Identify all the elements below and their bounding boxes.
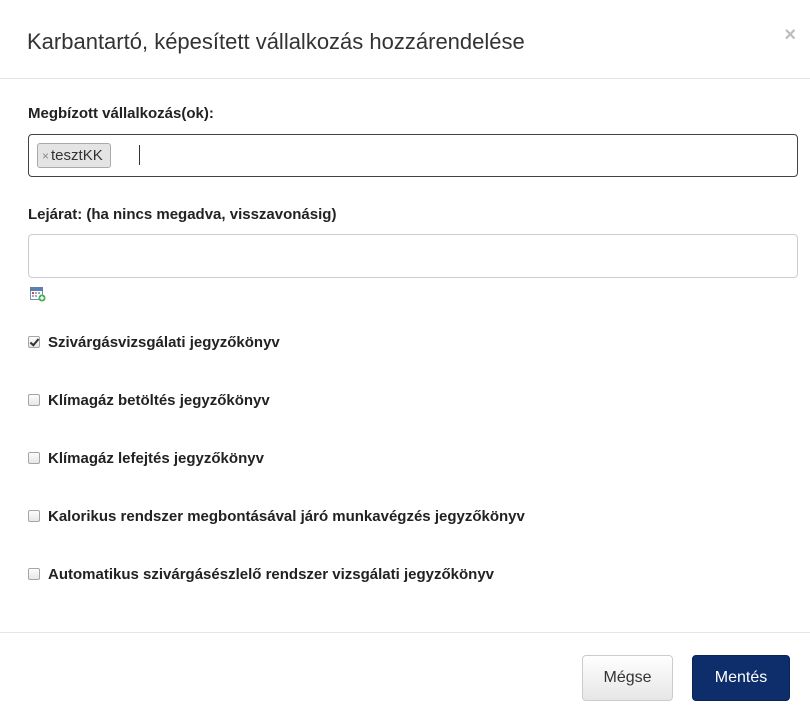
report-option-refrigerant-charging[interactable]: Klímagáz betöltés jegyzőkönyv [28, 390, 270, 410]
expiry-label: Lejárat: (ha nincs megadva, visszavonási… [28, 206, 337, 223]
checkbox-unchecked[interactable] [28, 510, 40, 522]
text-caret [139, 145, 140, 165]
contractors-label: Megbízott vállalkozás(ok): [28, 105, 214, 122]
cancel-button[interactable]: Mégse [582, 655, 673, 701]
report-option-label: Klímagáz betöltés jegyzőkönyv [48, 391, 270, 409]
report-option-leak-detection-system[interactable]: Automatikus szivárgásészlelő rendszer vi… [28, 564, 494, 584]
save-button[interactable]: Mentés [692, 655, 790, 701]
report-option-label: Klímagáz lefejtés jegyzőkönyv [48, 449, 264, 467]
dialog-title: Karbantartó, képesített vállalkozás hozz… [27, 29, 525, 54]
checkbox-checked[interactable] [28, 336, 40, 348]
report-option-label: Kalorikus rendszer megbontásával járó mu… [48, 507, 525, 525]
dialog-header: Karbantartó, képesített vállalkozás hozz… [0, 0, 810, 79]
checkbox-unchecked[interactable] [28, 452, 40, 464]
report-option-circuit-opening-work[interactable]: Kalorikus rendszer megbontásával járó mu… [28, 506, 525, 526]
close-icon[interactable]: × [784, 25, 796, 45]
calendar-add-icon[interactable] [30, 287, 46, 302]
checkbox-unchecked[interactable] [28, 568, 40, 580]
report-option-refrigerant-recovery[interactable]: Klímagáz lefejtés jegyzőkönyv [28, 448, 264, 468]
tag-text: tesztKK [51, 147, 103, 164]
tag-remove-icon[interactable]: × [42, 149, 49, 163]
report-option-label: Automatikus szivárgásészlelő rendszer vi… [48, 565, 495, 583]
report-option-leak-test[interactable]: Szivárgásvizsgálati jegyzőkönyv [28, 332, 280, 352]
contractors-tag-input[interactable]: × tesztKK [28, 134, 798, 177]
checkbox-unchecked[interactable] [28, 394, 40, 406]
expiry-date-input[interactable] [28, 234, 798, 278]
report-option-label: Szivárgásvizsgálati jegyzőkönyv [48, 333, 280, 351]
dialog-footer: Mégse Mentés [0, 632, 810, 721]
contractor-tag: × tesztKK [37, 143, 111, 168]
assign-contractor-dialog: Karbantartó, képesített vállalkozás hozz… [0, 0, 810, 721]
